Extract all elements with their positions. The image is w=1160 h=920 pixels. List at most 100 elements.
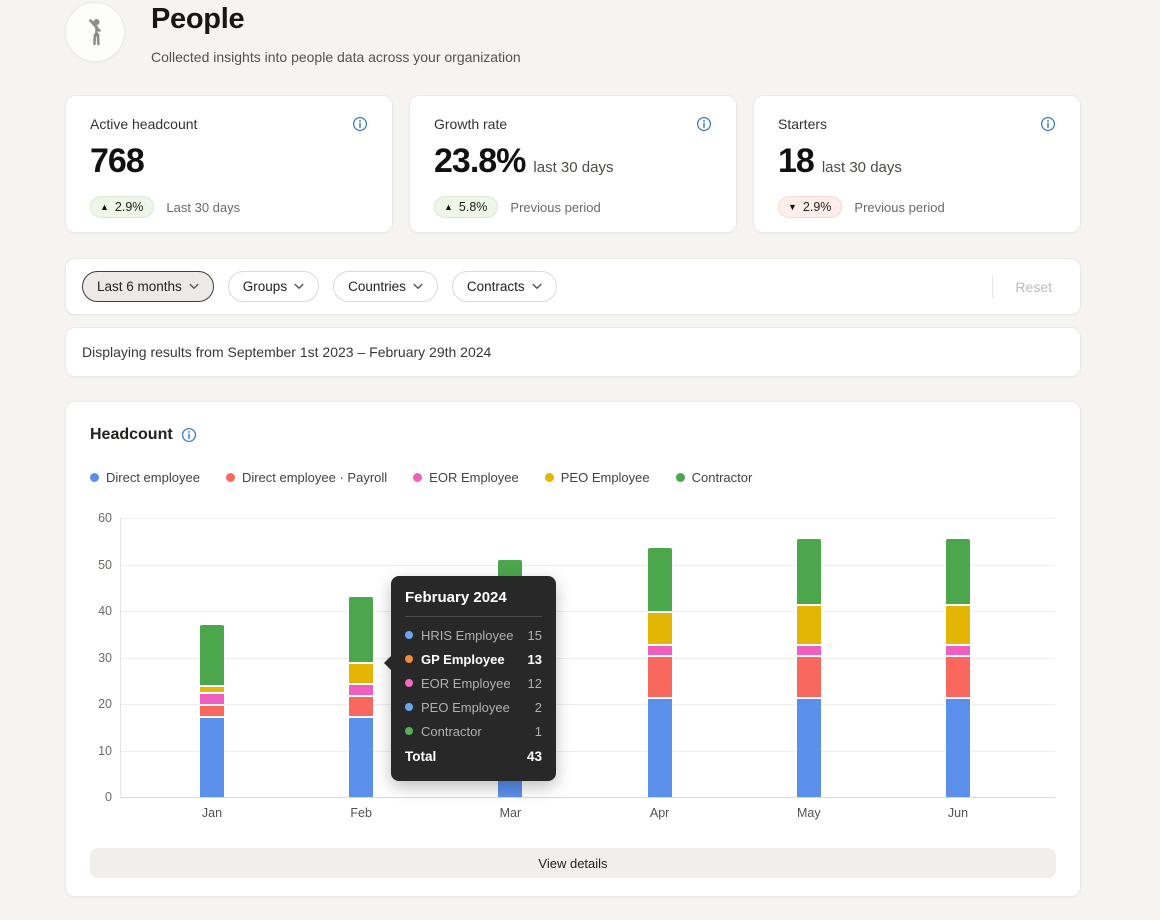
tooltip-dot-icon xyxy=(405,703,413,711)
tooltip-row-label: GP Employee xyxy=(421,651,505,667)
chart-legend: Direct employee Direct employee · Payroll… xyxy=(90,470,1056,485)
chevron-down-icon xyxy=(532,283,542,290)
bar-segment-jan-contractor[interactable] xyxy=(200,624,224,686)
x-axis-label-jun: Jun xyxy=(947,806,969,820)
stat-suffix: last 30 days xyxy=(533,159,614,176)
results-banner: Displaying results from September 1st 20… xyxy=(65,327,1081,377)
trend-badge: ▲ 5.8% xyxy=(434,196,499,218)
stat-label: Growth rate xyxy=(434,116,508,132)
bar-segment-jun-peo-employee[interactable] xyxy=(946,606,970,644)
y-axis-line xyxy=(120,518,121,797)
bar-segment-jun-contractor[interactable] xyxy=(946,538,970,605)
info-icon[interactable] xyxy=(696,116,712,132)
bar-segment-feb-direct-employee[interactable] xyxy=(349,717,374,797)
tooltip-row-eor-employee: EOR Employee 12 xyxy=(405,671,542,695)
filter-pill-label: Contracts xyxy=(466,279,525,294)
person-waving-icon xyxy=(89,19,101,46)
x-axis-label-feb: Feb xyxy=(350,806,372,820)
bar-segment-feb-peo-employee[interactable] xyxy=(349,664,374,684)
stat-value: 768 xyxy=(90,142,145,180)
legend-item-eor-employee[interactable]: EOR Employee xyxy=(413,470,519,485)
filter-pill-last-6-months[interactable]: Last 6 months xyxy=(82,271,214,302)
badge-text: 2.9% xyxy=(114,200,144,214)
bar-segment-apr-direct-employee[interactable] xyxy=(647,699,672,797)
stat-card-active-headcount: Active headcount 768 ▲ 2.9% Last 30 days xyxy=(65,95,393,233)
tooltip-row-value: 15 xyxy=(527,627,542,643)
page-container: People Collected insights into people da… xyxy=(65,0,1081,897)
bar-segment-apr-eor-employee[interactable] xyxy=(647,645,672,656)
filter-pill-groups[interactable]: Groups xyxy=(227,271,320,302)
filter-pill-label: Last 6 months xyxy=(97,279,182,294)
bar-segment-jan-eor-employee[interactable] xyxy=(200,694,224,704)
x-axis-label-apr: Apr xyxy=(649,806,670,820)
bar-segment-jun-direct-employee[interactable] xyxy=(946,699,970,797)
stat-card-starters: Starters 18 last 30 days ▼ 2.9% Previous… xyxy=(753,95,1081,233)
info-icon[interactable] xyxy=(1040,116,1056,132)
bar-segment-may-direct-employee[interactable] xyxy=(796,699,821,797)
stat-card-growth-rate: Growth rate 23.8% last 30 days ▲ 5.8% Pr… xyxy=(409,95,737,233)
tooltip-row-value: 1 xyxy=(534,723,542,739)
legend-dot-icon xyxy=(413,473,423,482)
tooltip-rows: HRIS Employee 15 GP Employee 13 EOR Employee… xyxy=(405,623,542,743)
bar-segment-may-eor-employee[interactable] xyxy=(796,645,821,656)
tooltip-total-label: Total xyxy=(405,749,437,764)
bar-segment-may-peo-employee[interactable] xyxy=(796,606,821,644)
people-avatar xyxy=(65,2,125,62)
filter-pill-label: Groups xyxy=(242,279,288,294)
bar-segment-apr-direct-employee-payroll[interactable] xyxy=(647,657,672,698)
results-banner-text: Displaying results from September 1st 20… xyxy=(82,344,492,360)
bar-segment-apr-contractor[interactable] xyxy=(647,548,672,611)
page-title: People xyxy=(151,3,245,35)
badge-period-label: Last 30 days xyxy=(166,199,241,215)
legend-label: Direct employee · Payroll xyxy=(241,470,388,485)
tooltip-dot-icon xyxy=(405,655,413,663)
bar-segment-jun-direct-employee-payroll[interactable] xyxy=(946,657,970,698)
bar-segment-jun-eor-employee[interactable] xyxy=(946,645,970,656)
bar-segment-jan-peo-employee[interactable] xyxy=(200,687,224,693)
legend-item-peo-employee[interactable]: PEO Employee xyxy=(544,470,650,485)
badge-period-label: Previous period xyxy=(510,199,601,215)
gridline xyxy=(120,657,1055,659)
info-icon[interactable] xyxy=(352,116,368,132)
tooltip-row-hris-employee: HRIS Employee 15 xyxy=(405,623,542,647)
gridline xyxy=(120,750,1055,752)
trend-badge: ▼ 2.9% xyxy=(778,196,843,218)
bar-segment-feb-eor-employee[interactable] xyxy=(349,685,374,695)
chart-area: 60 50 40 30 20 10 0 Jan Feb Mar Apr May Jun February… xyxy=(90,510,1056,825)
y-axis-tick-label: 0 xyxy=(105,790,112,804)
bar-segment-feb-contractor[interactable] xyxy=(349,597,374,663)
gridline xyxy=(120,611,1055,612)
filter-pills: Last 6 months Groups Countries Contracts xyxy=(82,271,557,302)
legend-item-direct-employee[interactable]: Direct employee xyxy=(90,470,200,485)
bar-segment-apr-peo-employee[interactable] xyxy=(647,613,672,644)
stat-value: 23.8% xyxy=(434,142,526,180)
legend-label: EOR Employee xyxy=(429,470,519,485)
legend-item-direct-employee-payroll[interactable]: Direct employee · Payroll xyxy=(225,470,388,485)
tooltip-total-row: Total 43 xyxy=(405,744,542,769)
legend-label: PEO Employee xyxy=(560,470,650,485)
info-icon[interactable] xyxy=(181,427,197,443)
tooltip-dot-icon xyxy=(405,631,413,639)
gridline xyxy=(120,518,1055,519)
tooltip-row-label: PEO Employee xyxy=(421,699,510,715)
tooltip-row-value: 13 xyxy=(527,651,542,667)
bar-segment-feb-direct-employee-payroll[interactable] xyxy=(349,696,374,716)
bar-segment-jan-direct-employee-payroll[interactable] xyxy=(200,706,224,716)
chart-tooltip: February 2024 HRIS Employee 15 GP Employee… xyxy=(384,576,556,781)
tooltip-row-peo-employee: PEO Employee 2 xyxy=(405,695,542,719)
view-details-button[interactable]: View details xyxy=(90,848,1056,878)
legend-item-contractor[interactable]: Contractor xyxy=(675,470,753,485)
bar-segment-may-direct-employee-payroll[interactable] xyxy=(796,657,821,698)
stat-label: Starters xyxy=(778,116,828,132)
filter-bar: Last 6 months Groups Countries Contracts Re… xyxy=(65,258,1081,315)
triangle-down-icon: ▼ xyxy=(788,201,797,212)
bar-segment-jan-direct-employee[interactable] xyxy=(200,717,224,797)
filter-pill-contracts[interactable]: Contracts xyxy=(451,271,557,302)
legend-dot-icon xyxy=(544,473,554,482)
reset-button[interactable]: Reset xyxy=(1015,279,1064,295)
bar-segment-may-contractor[interactable] xyxy=(796,538,821,605)
gridline xyxy=(120,704,1055,705)
legend-label: Contractor xyxy=(691,470,753,485)
legend-label: Direct employee xyxy=(106,470,200,485)
filter-pill-countries[interactable]: Countries xyxy=(333,271,438,302)
